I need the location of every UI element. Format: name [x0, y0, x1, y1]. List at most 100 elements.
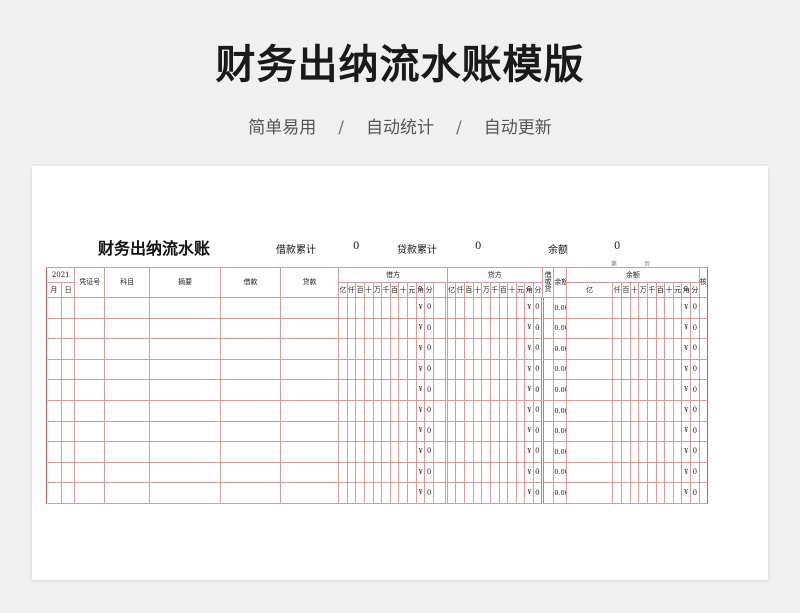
credit-digit-cell: [498, 317, 509, 340]
balance-digit-cell: [672, 461, 683, 484]
debit-digit-cell: [346, 482, 357, 504]
balance-digit-cell: [664, 338, 674, 360]
credit-digit-cell: [515, 482, 526, 504]
debit-unit-header: 十: [398, 282, 409, 298]
credit-digit-cell: ¥: [524, 358, 535, 381]
credit-digit-cell: ¥: [524, 441, 535, 463]
tag-auto-stat: 自动统计: [366, 118, 434, 138]
credit-digit-cell: [455, 297, 466, 319]
balance-digit-cell: [655, 358, 666, 381]
debit-digit-cell: [398, 379, 409, 401]
debit-cell: [219, 399, 282, 422]
balance-digit-cell: [638, 358, 648, 381]
credit-cell: [280, 461, 340, 484]
credit-digit-cell: ¥: [524, 317, 535, 340]
debit-cell: [219, 358, 282, 381]
credit-digit-cell: [515, 317, 526, 340]
credit-digit-cell: [481, 317, 491, 340]
voucher-cell: [74, 399, 105, 422]
debit-digit-cell: ¥: [415, 379, 426, 401]
balance-digit-cell: ¥: [681, 399, 691, 422]
credit-digit-cell: [489, 482, 500, 504]
credit-unit-header: 千: [489, 282, 500, 298]
credit-digit-cell: [446, 317, 457, 340]
credit-unit-header: 百: [464, 282, 474, 298]
direction-cell: [540, 441, 555, 463]
debit-digit-cell: [372, 441, 383, 463]
credit-digit-cell: [498, 482, 509, 504]
account-cell: [103, 441, 151, 463]
direction-cell: [540, 317, 555, 340]
debit-extra-cell: [432, 420, 446, 443]
debit-digit-cell: [355, 482, 365, 504]
balance-digit-cell: 0: [690, 482, 700, 504]
debit-digit-cell: [338, 420, 348, 443]
credit-unit-header: 万: [481, 282, 491, 298]
balance-digit-cell: [655, 297, 666, 319]
balance-digit-cell: [629, 379, 640, 401]
balance-digit-cell: [664, 461, 674, 484]
credit-digit-cell: 0: [533, 338, 543, 360]
balance-digit-cell: [664, 317, 674, 340]
credit-digit-cell: [498, 338, 509, 360]
debit-digit-cell: ¥: [415, 461, 426, 484]
day-header: 日: [60, 282, 76, 298]
debit-digit-cell: [338, 358, 348, 381]
balance-unit-header: 百: [621, 282, 631, 298]
summary-header: 摘要: [149, 267, 221, 298]
balance-digit-cell: [646, 317, 657, 340]
credit-unit-header: 十: [472, 282, 483, 298]
debit-digit-cell: [398, 317, 409, 340]
balance-digit-cell: ¥: [681, 297, 691, 319]
tag-easy: 简单易用: [248, 118, 317, 138]
debit-digit-cell: [363, 461, 374, 484]
voucher-cell: [74, 297, 105, 319]
debit-digit-cell: [407, 461, 417, 484]
debit-digit-cell: ¥: [415, 358, 426, 381]
balance-digit-cell: [646, 338, 657, 360]
summary-cell: [149, 482, 221, 504]
table-row: ¥0¥00.00¥0: [46, 338, 753, 360]
account-cell: [103, 482, 151, 504]
check-cell: [698, 379, 709, 401]
balance-digit-cell: [629, 358, 640, 381]
balance-digit-cell: [672, 379, 683, 401]
balance-digit-cell: [612, 358, 622, 381]
subtitle: 简单易用 / 自动统计 / 自动更新: [0, 113, 800, 138]
balance-digit-cell: 0: [690, 297, 700, 319]
balance-digit-cell: ¥: [681, 338, 691, 360]
credit-digit-cell: 0: [533, 399, 543, 422]
balance-unit-header: 万: [638, 282, 648, 298]
balance-digit-cell: ¥: [681, 379, 691, 401]
balance-digit-cell: [612, 482, 622, 504]
debit-extra-cell: [432, 461, 446, 484]
credit-unit-header: 元: [515, 282, 526, 298]
credit-digit-cell: [507, 297, 517, 319]
credit-digit-cell: [481, 482, 491, 504]
credit-unit-header: 仟: [455, 282, 466, 298]
voucher-cell: [74, 379, 105, 401]
summary-cell: [149, 379, 221, 401]
balance-digit-cell: [646, 399, 657, 422]
balance-digit-cell: [612, 441, 622, 463]
debit-digit-cell: [381, 338, 391, 360]
credit-digit-cell: [507, 420, 517, 443]
credit-digit-cell: [489, 420, 500, 443]
credit-digit-cell: [472, 420, 483, 443]
debit-digit-cell: [381, 317, 391, 340]
debit-digit-cell: ¥: [415, 297, 426, 319]
balance-digit-cell: [664, 297, 674, 319]
debit-unit-header: 分: [424, 282, 434, 298]
debit-digit-cell: [355, 338, 365, 360]
credit-digit-cell: [498, 379, 509, 401]
debit-digit-cell: [372, 379, 383, 401]
balance-digit-cell: 0: [690, 461, 700, 484]
balance-cell: 0.00: [553, 317, 567, 340]
credit-cell: [280, 338, 340, 360]
debit-digit-cell: [338, 297, 348, 319]
check-cell: [698, 420, 709, 443]
tag-auto-update: 自动更新: [483, 118, 552, 138]
debit-cell: [219, 441, 282, 463]
voucher-cell: [74, 358, 105, 381]
credit-digit-cell: [498, 441, 509, 463]
